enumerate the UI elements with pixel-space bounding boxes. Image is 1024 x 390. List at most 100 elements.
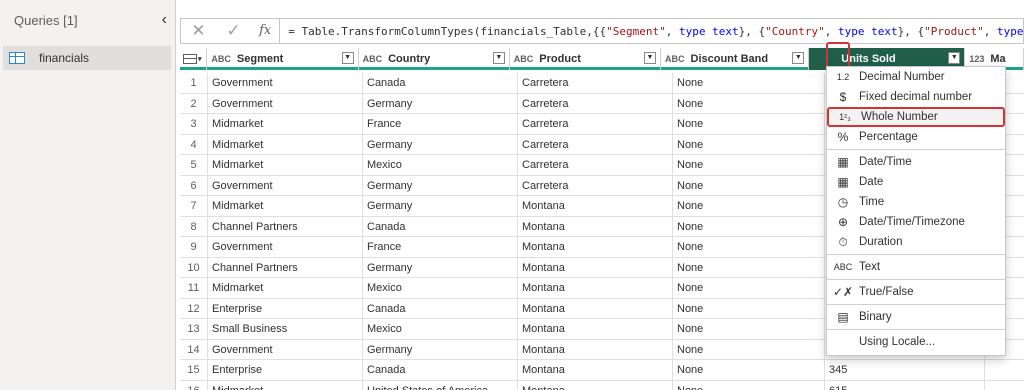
table-cell[interactable]: None (673, 216, 825, 236)
table-cell[interactable]: Montana (518, 237, 673, 257)
column-header-product[interactable]: ABC Product ▼ (510, 48, 661, 70)
menu-item-date-time-timezone[interactable]: ⊕ Date/Time/Timezone (827, 212, 1005, 232)
filter-dropdown-icon[interactable]: ▼ (644, 52, 656, 64)
column-header-discount-band[interactable]: ABC Discount Band ▼ (661, 48, 810, 70)
table-cell[interactable]: United States of America (363, 380, 518, 390)
type-icon[interactable]: ABC (363, 54, 383, 64)
table-cell[interactable]: Canada (363, 360, 518, 380)
table-cell[interactable]: None (673, 339, 825, 359)
table-cell[interactable]: Channel Partners (208, 257, 363, 277)
collapse-pane-icon[interactable]: ‹ (162, 11, 167, 29)
table-cell[interactable]: Channel Partners (208, 216, 363, 236)
filter-dropdown-icon[interactable]: ▼ (492, 52, 505, 64)
query-item-financials[interactable]: financials (3, 46, 171, 70)
table-cell[interactable]: Germany (363, 134, 518, 154)
table-cell[interactable]: Mexico (363, 278, 518, 298)
table-cell[interactable]: None (673, 134, 825, 154)
table-cell[interactable]: None (673, 298, 825, 318)
table-cell[interactable]: None (673, 319, 825, 339)
table-cell[interactable]: None (673, 257, 825, 277)
table-cell[interactable]: Midmarket (208, 114, 363, 134)
table-row[interactable]: 15 Enterprise Canada Montana None 345 (180, 360, 1024, 381)
table-cell[interactable]: Germany (363, 196, 518, 216)
table-cell[interactable]: Montana (518, 196, 673, 216)
menu-item-date-time[interactable]: ▦ Date/Time (827, 152, 1005, 172)
filter-dropdown-icon[interactable]: ▼ (948, 52, 961, 64)
table-cell[interactable]: Enterprise (208, 360, 363, 380)
table-cell[interactable]: None (673, 175, 825, 195)
menu-item-text[interactable]: ABC Text (827, 257, 1005, 277)
table-cell[interactable]: Germany (363, 339, 518, 359)
table-cell[interactable]: Montana (518, 298, 673, 318)
table-cell[interactable]: Midmarket (208, 155, 363, 175)
cancel-icon[interactable]: ✕ (181, 21, 216, 41)
table-cell[interactable]: France (363, 114, 518, 134)
menu-item-using-locale[interactable]: Using Locale... (827, 332, 1005, 352)
table-cell[interactable]: Carretera (518, 114, 673, 134)
confirm-icon[interactable]: ✓ (216, 21, 251, 41)
table-cell[interactable]: None (673, 360, 825, 380)
table-cell[interactable]: Canada (363, 298, 518, 318)
table-cell[interactable]: Germany (363, 93, 518, 113)
table-cell[interactable]: Germany (363, 175, 518, 195)
table-cell[interactable]: Mexico (363, 319, 518, 339)
table-cell[interactable]: Enterprise (208, 298, 363, 318)
table-cell[interactable]: Government (208, 175, 363, 195)
table-cell[interactable]: Montana (518, 380, 673, 390)
table-cell[interactable]: None (673, 93, 825, 113)
table-cell[interactable]: None (673, 155, 825, 175)
type-icon[interactable]: 123 (969, 54, 984, 64)
table-cell[interactable]: Carretera (518, 134, 673, 154)
menu-item-date[interactable]: ▦ Date (827, 172, 1005, 192)
filter-dropdown-icon[interactable]: ▼ (341, 52, 354, 64)
table-cell[interactable]: Mexico (363, 155, 518, 175)
type-icon[interactable]: ABC (211, 54, 231, 64)
table-cell[interactable]: None (673, 278, 825, 298)
fx-icon[interactable]: fx (251, 19, 281, 43)
table-cell[interactable]: France (363, 237, 518, 257)
menu-item-decimal-number[interactable]: 1.2 Decimal Number (827, 67, 1005, 87)
table-cell[interactable]: Carretera (518, 175, 673, 195)
table-cell[interactable]: Government (208, 73, 363, 93)
table-menu-button[interactable]: ▾ (180, 48, 208, 70)
table-cell[interactable]: None (673, 114, 825, 134)
table-cell[interactable]: Montana (518, 319, 673, 339)
table-cell[interactable]: Germany (363, 257, 518, 277)
table-row[interactable]: 16MidmarketUnited States of AmericaMonta… (180, 380, 1024, 390)
table-cell[interactable]: Midmarket (208, 380, 363, 390)
table-cell[interactable]: Midmarket (208, 278, 363, 298)
formula-text[interactable]: = Table.TransformColumnTypes(financials_… (280, 25, 1023, 38)
table-cell[interactable]: None (673, 237, 825, 257)
table-cell[interactable]: Government (208, 93, 363, 113)
menu-item-binary[interactable]: ▤ Binary (827, 307, 1005, 327)
table-cell[interactable]: Montana (518, 339, 673, 359)
table-cell[interactable]: 345 (825, 360, 985, 380)
table-cell[interactable]: Midmarket (208, 134, 363, 154)
table-cell[interactable]: Carretera (518, 73, 673, 93)
table-cell[interactable]: Government (208, 339, 363, 359)
table-cell[interactable]: Montana (518, 360, 673, 380)
filter-dropdown-icon[interactable]: ▼ (792, 52, 805, 64)
column-header-country[interactable]: ABC Country ▼ (359, 48, 510, 70)
menu-item-true-false[interactable]: ✓✗ True/False (827, 282, 1005, 302)
type-icon[interactable]: ABC (665, 54, 685, 64)
table-cell[interactable]: Small Business (208, 319, 363, 339)
menu-item-fixed-decimal-number[interactable]: $ Fixed decimal number (827, 87, 1005, 107)
table-cell[interactable]: None (673, 380, 825, 390)
table-cell[interactable]: Montana (518, 216, 673, 236)
table-cell[interactable]: Canada (363, 73, 518, 93)
table-cell[interactable]: Montana (518, 278, 673, 298)
menu-item-percentage[interactable]: % Percentage (827, 127, 1005, 147)
table-cell[interactable]: Carretera (518, 155, 673, 175)
table-cell[interactable]: Carretera (518, 93, 673, 113)
table-cell[interactable]: Montana (518, 257, 673, 277)
table-cell[interactable]: None (673, 73, 825, 93)
table-cell[interactable]: Government (208, 237, 363, 257)
table-cell[interactable]: Midmarket (208, 196, 363, 216)
menu-item-time[interactable]: ◷ Time (827, 192, 1005, 212)
table-cell[interactable]: Canada (363, 216, 518, 236)
type-icon[interactable]: ABC (514, 54, 534, 64)
menu-item-whole-number[interactable]: 1²₃ Whole Number (827, 107, 1005, 127)
table-cell[interactable]: None (673, 196, 825, 216)
table-cell[interactable]: 615 (825, 380, 985, 390)
